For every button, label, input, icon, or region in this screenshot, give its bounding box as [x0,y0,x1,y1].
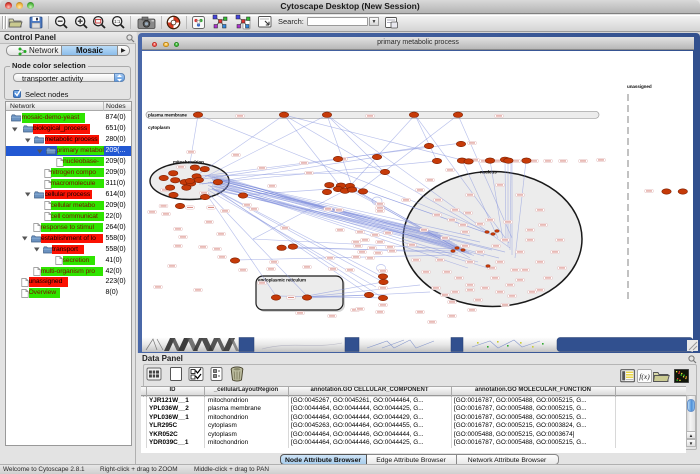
svg-text:1:1: 1:1 [114,19,121,24]
svg-text:mitochondrion: mitochondrion [173,160,204,165]
svg-text:cytoplasm: cytoplasm [148,125,170,130]
svg-text:plasma membrane: plasma membrane [148,112,187,117]
svg-text:unassigned: unassigned [627,84,652,89]
svg-text:f(x): f(x) [639,372,650,381]
